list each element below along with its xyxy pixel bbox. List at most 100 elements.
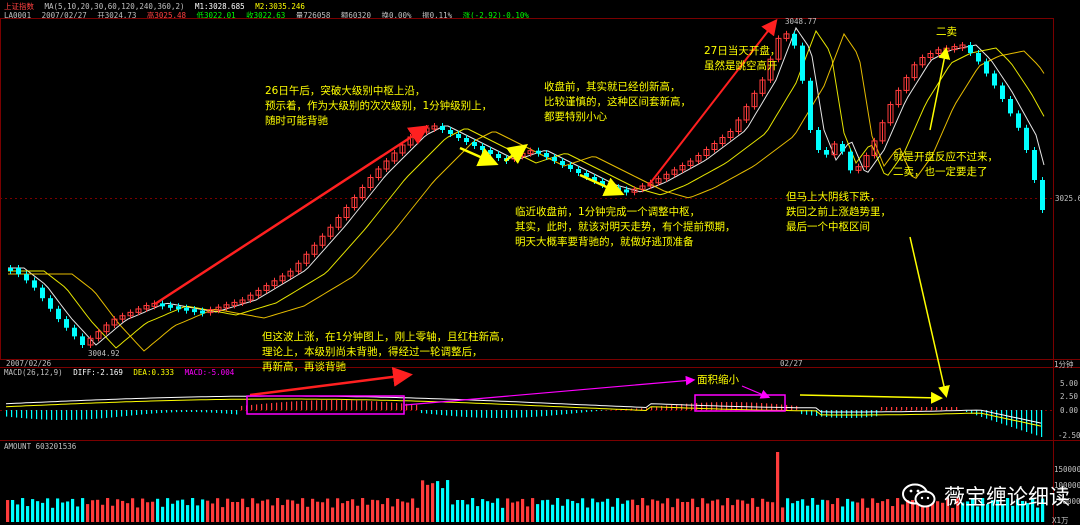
- macd-bar: [946, 407, 948, 410]
- volume-bar: [281, 505, 285, 522]
- macd-bar: [216, 410, 218, 413]
- volume-bar: [106, 498, 110, 522]
- volume-bar: [36, 501, 40, 522]
- volume-bar: [166, 498, 170, 522]
- volume-bar: [586, 507, 590, 522]
- macd-bar: [426, 410, 428, 414]
- macd-bar: [1006, 410, 1008, 426]
- candle-down: [80, 336, 85, 345]
- volume-bar: [66, 501, 70, 522]
- volume-bar: [261, 500, 265, 522]
- volume-bar: [621, 503, 625, 522]
- candle-down: [552, 157, 557, 161]
- candle-down: [1008, 99, 1013, 114]
- volume-bar: [401, 501, 405, 522]
- volume-bar: [526, 506, 530, 522]
- volume-bar: [311, 498, 315, 522]
- volume-bar: [396, 498, 400, 522]
- macd-bar: [741, 402, 743, 410]
- volume-bar: [556, 498, 560, 522]
- volume-bar: [71, 498, 75, 522]
- volume-bar: [506, 498, 510, 522]
- macd-bar: [281, 402, 283, 410]
- macd-bar: [891, 407, 893, 410]
- volume-bar: [406, 502, 410, 522]
- macd-bar: [401, 403, 403, 410]
- macd-bar: [331, 400, 333, 410]
- candle-down: [200, 310, 205, 314]
- macd-bar: [66, 410, 68, 420]
- macd-bar: [106, 410, 108, 418]
- macd-bar: [256, 404, 258, 410]
- macd-dea: DEA:0.333: [133, 368, 175, 377]
- vol-axis-1: 150000: [1054, 465, 1080, 474]
- macd-bar: [496, 410, 498, 418]
- candle-down: [64, 319, 69, 328]
- macd-bar: [866, 410, 868, 418]
- macd-bar: [571, 410, 573, 414]
- annotation-gap-open: 27日当天开盘， 虽然是跳空高开: [704, 45, 781, 72]
- macd-bar: [586, 410, 588, 413]
- volume-bar: [471, 498, 475, 522]
- volume-bar: [316, 501, 320, 522]
- volume-bar: [816, 504, 820, 522]
- annotation-new-high: 收盘前，其实就已经创新高， 比较谨慎的，这种区间套新高， 都要特别小心: [544, 81, 691, 123]
- macd-bar: [361, 400, 363, 410]
- volume-bar: [641, 498, 645, 522]
- volume-bar: [21, 498, 25, 522]
- volume-bar: [681, 502, 685, 522]
- volume-bar: [746, 503, 750, 522]
- macd-bar: [871, 410, 873, 417]
- macd-bar: [526, 410, 528, 418]
- volume-bar: [136, 507, 140, 522]
- macd-bar: [366, 400, 368, 410]
- candle-down: [192, 309, 197, 313]
- macd-bar: [211, 410, 213, 413]
- macd-bar: [566, 410, 568, 415]
- volume-bar: [576, 503, 580, 522]
- volume-bar: [711, 500, 715, 522]
- macd-bar: [91, 410, 93, 420]
- annotation-must-exit: 就是开盘反应不过来， 二卖，也一定要走了: [893, 151, 998, 178]
- volume-bar: [531, 498, 535, 522]
- volume-bar: [26, 506, 30, 522]
- macd-bar: [591, 410, 593, 412]
- volume-bar: [511, 502, 515, 522]
- volume-bar: [361, 498, 365, 522]
- macd-bar: [516, 410, 518, 418]
- volume-bar: [326, 498, 330, 522]
- volume-bar: [866, 507, 870, 522]
- volume-bar: [486, 501, 490, 522]
- macd-bar: [126, 410, 128, 416]
- macd-bar: [691, 403, 693, 410]
- volume-bar: [46, 498, 50, 522]
- candle-down: [568, 165, 573, 169]
- volume-bar: [761, 498, 765, 522]
- volume-bar: [141, 498, 145, 522]
- macd-bar: [836, 410, 838, 418]
- volume-bar: [701, 498, 705, 522]
- date-left: 2007/02/26: [6, 359, 52, 368]
- macd-bar: [226, 410, 228, 414]
- macd-bar: [841, 410, 843, 418]
- candle-down: [992, 73, 997, 86]
- macd-bar: [276, 402, 278, 410]
- candle-down: [456, 134, 461, 138]
- candlestick-chart[interactable]: [0, 0, 1080, 525]
- macd-bar: [486, 410, 488, 418]
- macd-bar: [321, 400, 323, 410]
- macd-axis-4: -2.50: [1058, 431, 1080, 440]
- volume-bar: [731, 505, 735, 522]
- macd-bar: [546, 410, 548, 416]
- macd-bar: [421, 410, 423, 414]
- macd-bar: [26, 410, 28, 419]
- volume-bar: [306, 506, 310, 522]
- volume-bar: [151, 501, 155, 522]
- volume-bar: [181, 499, 185, 522]
- macd-bar: [1011, 410, 1013, 427]
- volume-bar: [806, 505, 810, 522]
- macd-bar: [411, 404, 413, 410]
- period-label[interactable]: 1分钟: [1054, 359, 1074, 370]
- macd-bar: [231, 410, 233, 415]
- macd-bar: [346, 400, 348, 410]
